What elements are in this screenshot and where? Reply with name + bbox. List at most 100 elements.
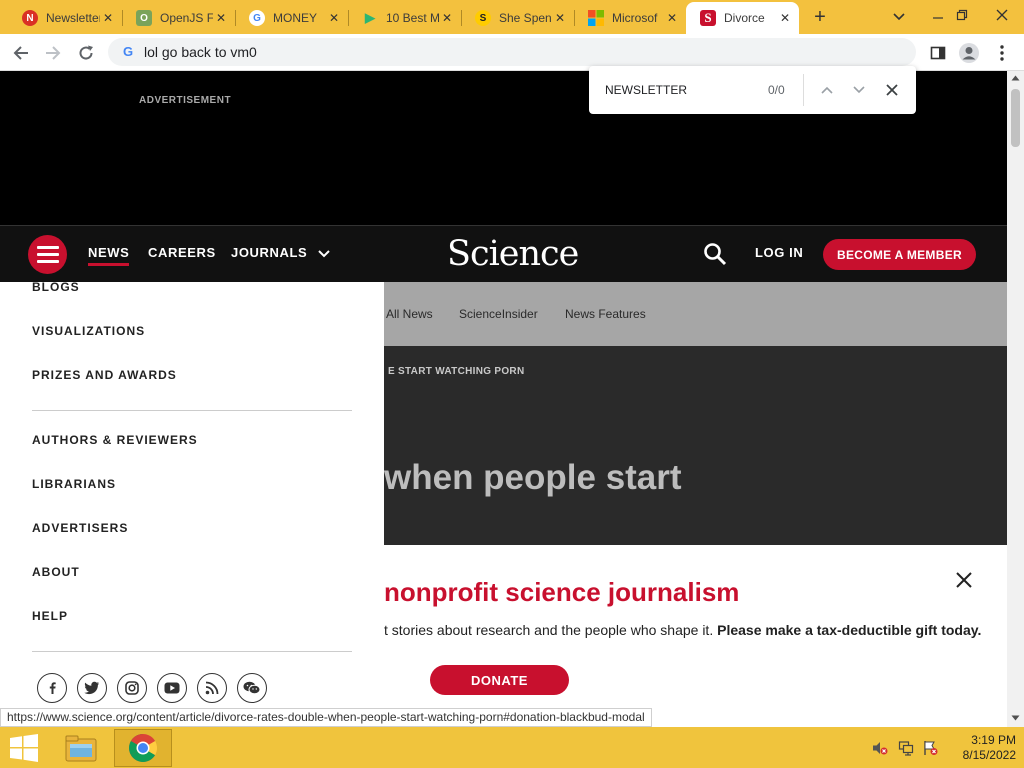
back-arrow-icon[interactable] bbox=[8, 40, 34, 66]
clock-date: 8/15/2022 bbox=[962, 748, 1016, 762]
volume-muted-icon[interactable] bbox=[872, 740, 888, 756]
forward-arrow-icon[interactable] bbox=[40, 40, 66, 66]
youtube-icon[interactable] bbox=[157, 673, 187, 703]
menu-item-about[interactable]: ABOUT bbox=[32, 565, 80, 579]
tab-microsoft[interactable]: Microsof ✕ bbox=[574, 4, 686, 32]
tab-title: Divorce bbox=[724, 11, 765, 25]
tab-title: 10 Best M bbox=[386, 11, 439, 25]
menu-item-authors-reviewers[interactable]: AUTHORS & REVIEWERS bbox=[32, 433, 198, 447]
restore-icon[interactable] bbox=[950, 6, 974, 28]
clock-time: 3:19 PM bbox=[971, 733, 1016, 747]
rss-icon[interactable] bbox=[197, 673, 227, 703]
new-tab-button[interactable]: + bbox=[808, 6, 832, 28]
web-page: ADVERTISEMENT NEWS CAREERS JOURNALS Scie… bbox=[0, 71, 1007, 727]
tab-openjs[interactable]: O OpenJS F ✕ bbox=[122, 4, 235, 32]
page-scrollbar[interactable] bbox=[1007, 71, 1024, 727]
tab-10-best[interactable]: ▶ 10 Best M ✕ bbox=[348, 4, 461, 32]
news-subnav: All News ScienceInsider News Features bbox=[384, 282, 1007, 346]
scrollbar-thumb[interactable] bbox=[1011, 89, 1020, 147]
side-panel-icon[interactable] bbox=[925, 40, 951, 66]
find-in-page-bar: NEWSLETTER 0/0 bbox=[589, 66, 916, 114]
close-tab-icon[interactable]: ✕ bbox=[100, 11, 116, 25]
chrome-taskbar-button[interactable] bbox=[114, 729, 172, 767]
close-icon[interactable] bbox=[954, 571, 974, 591]
browser-menu-icon[interactable] bbox=[989, 40, 1015, 66]
nav-journals-link[interactable]: JOURNALS bbox=[231, 245, 330, 260]
tab-title: OpenJS F bbox=[160, 11, 213, 25]
find-input[interactable]: NEWSLETTER bbox=[605, 83, 687, 97]
donation-modal: nonprofit science journalism t stories a… bbox=[384, 545, 1007, 727]
menu-divider bbox=[32, 651, 352, 652]
find-close-icon[interactable] bbox=[881, 79, 903, 101]
instagram-icon[interactable] bbox=[117, 673, 147, 703]
hamburger-menu-icon[interactable] bbox=[28, 235, 67, 274]
action-center-flag-icon[interactable] bbox=[922, 740, 938, 756]
find-match-count: 0/0 bbox=[768, 83, 785, 97]
donation-headline: nonprofit science journalism bbox=[384, 577, 740, 607]
subnav-news-features[interactable]: News Features bbox=[565, 307, 646, 321]
twitter-icon[interactable] bbox=[77, 673, 107, 703]
menu-item-blogs[interactable]: BLOGS bbox=[32, 282, 80, 294]
system-clock[interactable]: 3:19 PM 8/15/2022 bbox=[946, 733, 1016, 763]
address-bar[interactable]: G lol go back to vm0 bbox=[108, 38, 916, 66]
find-next-icon[interactable] bbox=[848, 79, 870, 101]
subnav-all-news[interactable]: All News bbox=[386, 307, 433, 321]
find-previous-icon[interactable] bbox=[816, 79, 838, 101]
search-icon[interactable] bbox=[703, 242, 727, 266]
menu-item-prizes-awards[interactable]: PRIZES AND AWARDS bbox=[32, 368, 177, 382]
google-search-icon: G bbox=[122, 44, 134, 59]
tab-title: Newsletter bbox=[46, 11, 100, 25]
close-tab-icon[interactable]: ✕ bbox=[552, 11, 568, 25]
tab-money[interactable]: G MONEY ✕ bbox=[235, 4, 348, 32]
tab-newsletter[interactable]: N Newsletter ✕ bbox=[8, 4, 122, 32]
newsletter-favicon-icon: N bbox=[22, 10, 38, 26]
profile-avatar-icon[interactable] bbox=[956, 40, 982, 66]
login-link[interactable]: LOG IN bbox=[755, 245, 803, 260]
tab-title: Microsof bbox=[612, 11, 658, 25]
donate-button[interactable]: DONATE bbox=[430, 665, 569, 695]
google-favicon-icon: G bbox=[249, 10, 265, 26]
microsoft-logo-icon bbox=[588, 10, 604, 26]
donation-text: t stories about research and the people … bbox=[384, 622, 982, 638]
subnav-scienceinsider[interactable]: ScienceInsider bbox=[459, 307, 538, 321]
tab-strip: N Newsletter ✕ O OpenJS F ✕ G MONEY ✕ ▶ … bbox=[0, 0, 1024, 34]
network-icon[interactable] bbox=[898, 740, 914, 756]
nav-news-link[interactable]: NEWS bbox=[88, 245, 130, 266]
tab-divorce-active[interactable]: S Divorce ✕ bbox=[686, 2, 799, 34]
address-bar-value[interactable]: lol go back to vm0 bbox=[144, 44, 257, 60]
close-tab-icon[interactable]: ✕ bbox=[777, 11, 793, 25]
advertisement-label: ADVERTISEMENT bbox=[139, 95, 232, 106]
nav-careers-link[interactable]: CAREERS bbox=[148, 245, 216, 260]
nav-journals-label: JOURNALS bbox=[231, 245, 308, 260]
file-explorer-icon[interactable] bbox=[62, 731, 100, 765]
minimize-icon[interactable] bbox=[926, 6, 950, 28]
article-kicker: E START WATCHING PORN bbox=[388, 366, 525, 377]
openjs-favicon-icon: O bbox=[136, 10, 152, 26]
close-tab-icon[interactable]: ✕ bbox=[213, 11, 229, 25]
tab-title: She Spen bbox=[499, 11, 552, 25]
wechat-icon[interactable] bbox=[237, 673, 267, 703]
reload-icon[interactable] bbox=[73, 40, 99, 66]
scroll-up-arrow-icon[interactable] bbox=[1011, 75, 1020, 81]
close-tab-icon[interactable]: ✕ bbox=[664, 11, 680, 25]
scroll-down-arrow-icon[interactable] bbox=[1011, 715, 1020, 721]
menu-item-librarians[interactable]: LIBRARIANS bbox=[32, 477, 116, 491]
menu-item-visualizations[interactable]: VISUALIZATIONS bbox=[32, 324, 145, 338]
close-tab-icon[interactable]: ✕ bbox=[439, 11, 455, 25]
science-logo[interactable]: Science bbox=[447, 234, 579, 274]
menu-item-help[interactable]: HELP bbox=[32, 609, 68, 623]
facebook-icon[interactable] bbox=[37, 673, 67, 703]
article-headline: when people start bbox=[384, 458, 682, 497]
close-window-icon[interactable] bbox=[990, 6, 1014, 28]
she-spent-favicon-icon: S bbox=[475, 10, 491, 26]
tab-search-icon[interactable] bbox=[887, 6, 911, 28]
windows-start-icon[interactable] bbox=[8, 734, 40, 762]
tab-she-spent[interactable]: S She Spen ✕ bbox=[461, 4, 574, 32]
menu-item-advertisers[interactable]: ADVERTISERS bbox=[32, 521, 128, 535]
become-member-button[interactable]: BECOME A MEMBER bbox=[823, 239, 976, 270]
chevron-down-icon bbox=[317, 249, 330, 257]
close-tab-icon[interactable]: ✕ bbox=[326, 11, 342, 25]
chrome-icon bbox=[129, 734, 157, 762]
tab-title: MONEY bbox=[273, 11, 318, 25]
status-link-preview: https://www.science.org/content/article/… bbox=[0, 708, 652, 727]
